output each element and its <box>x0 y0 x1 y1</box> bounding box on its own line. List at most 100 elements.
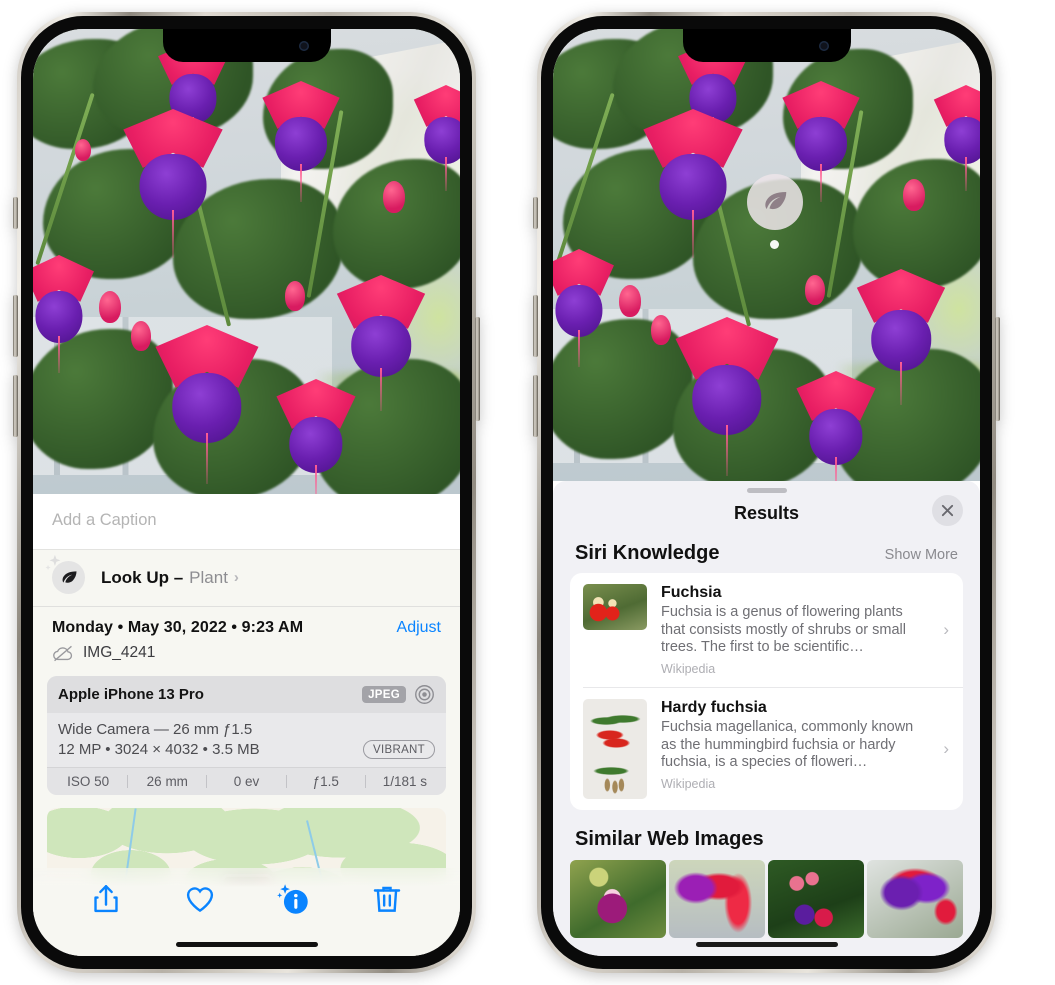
share-icon[interactable] <box>89 882 123 916</box>
device-bezel: Results Siri Knowledge Show More Fuchsia… <box>541 16 992 969</box>
photo-viewer-left[interactable] <box>33 29 460 494</box>
right-screen: Results Siri Knowledge Show More Fuchsia… <box>553 29 980 956</box>
fuchsia-blossom <box>553 249 617 368</box>
fuchsia-blossom <box>333 275 429 412</box>
exif-ev: 0 ev <box>233 774 260 789</box>
info-sparkle-icon[interactable] <box>276 882 310 916</box>
exif-row: ISO 50 26 mm 0 ev ƒ1.5 1/181 s <box>47 767 446 795</box>
home-indicator[interactable] <box>695 942 838 947</box>
iphone-right-device: Results Siri Knowledge Show More Fuchsia… <box>533 12 1000 973</box>
power-button[interactable] <box>475 317 480 421</box>
fuchsia-blossom <box>33 255 97 374</box>
result-title: Hardy fuchsia <box>661 699 767 717</box>
power-button[interactable] <box>995 317 1000 421</box>
knowledge-row[interactable]: Hardy fuchsia Fuchsia magellanica, commo… <box>583 687 963 810</box>
filename-row: IMG_4241 <box>33 641 460 674</box>
look-up-subject: Plant <box>189 567 228 587</box>
result-thumbnail <box>583 584 647 630</box>
camera-metadata-card[interactable]: Apple iPhone 13 Pro JPEG Wide Camera — 2… <box>47 676 446 795</box>
exif-aperture: ƒ1.5 <box>312 774 339 789</box>
similar-image-2[interactable] <box>669 860 765 939</box>
leaf-icon[interactable] <box>747 174 803 230</box>
results-sheet: Results Siri Knowledge Show More Fuchsia… <box>553 481 980 956</box>
exif-focal: 26 mm <box>146 774 188 789</box>
format-badge: JPEG <box>362 686 406 703</box>
fuchsia-blossom <box>151 325 263 484</box>
results-title: Results <box>733 503 800 523</box>
heart-icon[interactable] <box>183 882 217 916</box>
result-description: Fuchsia magellanica, commonly known as t… <box>661 719 914 771</box>
fuchsia-blossom <box>119 109 227 258</box>
fuchsia-blossom <box>779 81 863 202</box>
knowledge-text: Fuchsia Fuchsia is a genus of flowering … <box>661 584 953 676</box>
close-glyph <box>941 504 954 517</box>
date-row: Monday • May 30, 2022 • 9:23 AM Adjust <box>33 607 460 641</box>
flower-bud <box>99 291 121 323</box>
fuchsia-blossom <box>411 85 460 191</box>
volume-up-button[interactable] <box>533 295 538 357</box>
silent-switch[interactable] <box>13 197 18 229</box>
flower-bud <box>285 281 305 311</box>
trash-icon[interactable] <box>370 882 404 916</box>
metadata-badges: JPEG <box>362 684 435 705</box>
flower-bud <box>903 179 925 211</box>
similar-image-4[interactable] <box>867 860 963 939</box>
front-camera-icon <box>818 41 829 51</box>
leaf-pin-dot <box>770 240 779 249</box>
chevron-right-icon: › <box>943 620 949 640</box>
leaf-glyph <box>765 192 787 210</box>
similar-web-images-strip <box>553 860 980 939</box>
result-source: Wikipedia <box>661 662 716 677</box>
similar-image-3[interactable] <box>768 860 864 939</box>
look-up-label: Look Up – <box>101 567 184 587</box>
fuchsia-blossom <box>853 269 949 406</box>
look-up-row[interactable]: Look Up – Plant › <box>33 550 460 607</box>
sparkle-icon <box>45 554 61 571</box>
photo-viewer-right[interactable] <box>553 29 980 481</box>
photo-date: Monday • May 30, 2022 • 9:23 AM <box>52 619 304 636</box>
aperture-icon <box>415 685 434 704</box>
metadata-body: Wide Camera — 26 mm ƒ1.5 12 MP • 3024 × … <box>47 713 446 767</box>
icloud-slash-icon <box>53 645 73 661</box>
chevron-right-icon: › <box>943 739 949 759</box>
siri-knowledge-header: Siri Knowledge Show More <box>553 538 980 573</box>
knowledge-row[interactable]: Fuchsia Fuchsia is a genus of flowering … <box>570 573 963 687</box>
fuchsia-blossom <box>671 317 783 476</box>
volume-down-button[interactable] <box>13 375 18 437</box>
device-model: Apple iPhone 13 Pro <box>58 686 204 703</box>
silent-switch[interactable] <box>533 197 538 229</box>
adjust-button[interactable]: Adjust <box>397 619 441 637</box>
leaf-icon <box>45 554 85 594</box>
front-camera-icon <box>298 41 309 51</box>
knowledge-text: Hardy fuchsia Fuchsia magellanica, commo… <box>661 699 953 791</box>
metadata-header: Apple iPhone 13 Pro JPEG <box>47 676 446 713</box>
lens-info: Wide Camera — 26 mm ƒ1.5 <box>58 721 253 738</box>
photo-style-badge: VIBRANT <box>363 740 435 759</box>
siri-knowledge-title: Siri Knowledge <box>575 542 720 564</box>
notch <box>682 29 851 62</box>
fuchsia-blossom <box>273 379 359 494</box>
device-bezel: Add a Caption Look Up – Plant › Monday •… <box>21 16 472 969</box>
siri-knowledge-card-group: Fuchsia Fuchsia is a genus of flowering … <box>570 573 963 811</box>
result-source: Wikipedia <box>661 777 716 792</box>
volume-down-button[interactable] <box>533 375 538 437</box>
show-more-button[interactable]: Show More <box>885 547 958 563</box>
look-up-label-group: Look Up – Plant › <box>101 568 239 588</box>
fuchsia-blossom <box>259 81 343 202</box>
left-screen: Add a Caption Look Up – Plant › Monday •… <box>33 29 460 956</box>
chevron-right-icon: › <box>233 569 239 586</box>
volume-up-button[interactable] <box>13 295 18 357</box>
iphone-left-device: Add a Caption Look Up – Plant › Monday •… <box>13 12 480 973</box>
close-icon[interactable] <box>932 495 963 526</box>
result-thumbnail <box>583 699 647 800</box>
results-header: Results <box>553 493 980 538</box>
fuchsia-blossom <box>639 109 747 258</box>
similar-image-1[interactable] <box>570 860 666 939</box>
flower-bud <box>75 139 91 161</box>
flower-bud <box>805 275 825 305</box>
home-indicator[interactable] <box>175 942 318 947</box>
screenshot-canvas: Add a Caption Look Up – Plant › Monday •… <box>0 0 1055 985</box>
fuchsia-blossom <box>793 371 879 481</box>
exif-shutter: 1/181 s <box>382 774 428 789</box>
caption-input[interactable]: Add a Caption <box>33 494 460 550</box>
